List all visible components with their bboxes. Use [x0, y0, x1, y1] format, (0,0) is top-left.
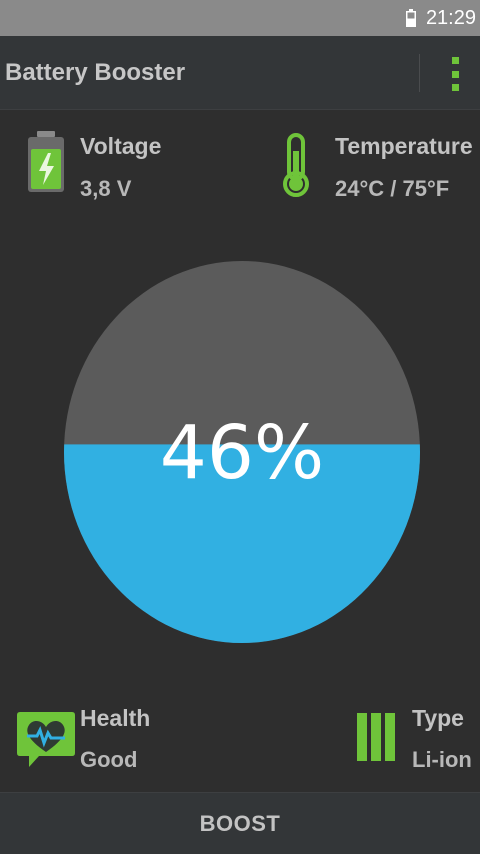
menu-dot [451, 57, 459, 64]
battery-charging-icon [28, 131, 64, 192]
overflow-menu-icon[interactable] [448, 57, 462, 91]
thermometer-icon [283, 133, 309, 197]
battery-level-gauge: 46% [64, 260, 420, 644]
battery-percent: 46% [159, 410, 325, 496]
health-label: Health [80, 705, 151, 731]
voltage-label: Voltage [80, 133, 162, 159]
voltage-value: 3,8 V [80, 176, 132, 201]
menu-dot [451, 70, 459, 78]
boost-button[interactable]: BOOST [0, 792, 480, 854]
menu-dot [451, 84, 459, 91]
temperature-label: Temperature [335, 133, 473, 159]
heart-health-icon [17, 712, 75, 767]
type-label: Type [412, 705, 464, 731]
app-bar: Battery Booster [0, 36, 480, 110]
battery-icon [405, 9, 416, 27]
app-title: Battery Booster [5, 59, 186, 86]
status-time: 21:29 [425, 6, 476, 29]
boost-label: BOOST [199, 810, 281, 836]
temperature-value: 24°C / 75°F [335, 176, 450, 201]
type-value: Li-ion [412, 747, 472, 772]
status-bar: 21:29 [0, 0, 480, 36]
app-bar-divider [419, 54, 420, 92]
health-value: Good [80, 747, 138, 772]
battery-type-icon [357, 713, 395, 761]
